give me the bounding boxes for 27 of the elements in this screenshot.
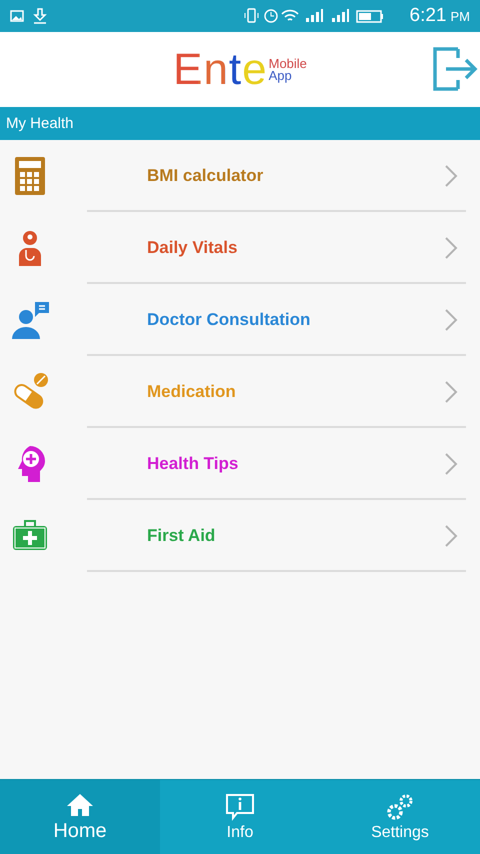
nav-tab[interactable]: Home <box>0 780 160 854</box>
chevron-right-icon[interactable] <box>444 308 458 332</box>
menu-item-label[interactable]: Medication <box>147 382 444 402</box>
chat-person-icon <box>10 300 48 340</box>
image-icon <box>10 10 24 22</box>
home-icon <box>66 793 94 817</box>
nav-tab[interactable]: Settings <box>320 780 480 854</box>
clock-period: PM <box>450 8 470 24</box>
logo-subtitle: App <box>268 70 292 82</box>
chevron-right-icon[interactable] <box>444 164 458 188</box>
settings-icon <box>386 793 414 821</box>
logout-icon[interactable] <box>432 46 478 92</box>
clock-time: 6:21 <box>410 5 446 27</box>
menu-item-label[interactable]: Health Tips <box>147 454 444 474</box>
chevron-right-icon[interactable] <box>444 380 458 404</box>
download-icon <box>32 8 48 24</box>
nav-tab[interactable]: Info <box>160 780 320 854</box>
chevron-right-icon[interactable] <box>444 452 458 476</box>
menu-item-label[interactable]: First Aid <box>147 526 444 546</box>
section-title: My Health <box>6 115 74 132</box>
info-icon <box>225 793 255 821</box>
menu-item-label[interactable]: Doctor Consultation <box>147 310 444 330</box>
menu-item-label[interactable]: Daily Vitals <box>147 238 444 258</box>
chevron-right-icon[interactable] <box>444 524 458 548</box>
menu-item-label[interactable]: BMI calculator <box>147 166 444 186</box>
logo-subtitle: Mobile <box>268 58 307 70</box>
chevron-right-icon[interactable] <box>444 236 458 260</box>
